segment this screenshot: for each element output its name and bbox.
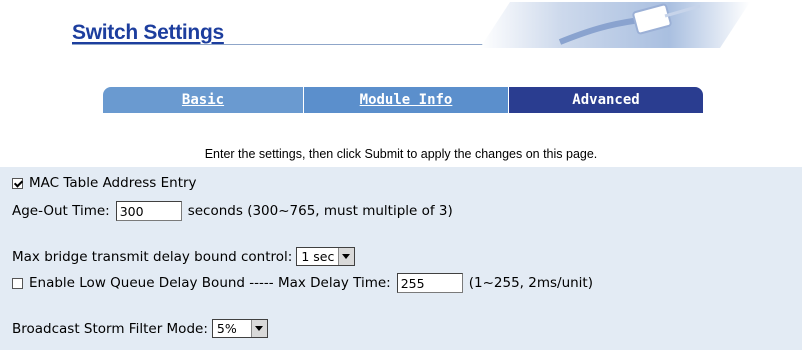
low-queue-row: Enable Low Queue Delay Bound ----- Max D… <box>12 273 593 293</box>
chevron-down-icon <box>338 248 355 265</box>
broadcast-row: Broadcast Storm Filter Mode: 5% <box>12 319 268 338</box>
age-out-row: Age-Out Time: seconds (300~765, must mul… <box>12 201 453 221</box>
chevron-down-icon <box>250 320 267 337</box>
broadcast-select[interactable]: 5% <box>211 319 268 338</box>
instructions-text: Enter the settings, then click Submit to… <box>204 147 598 161</box>
tab-module-info-label: Module Info <box>359 92 453 108</box>
network-cable-banner-image <box>480 2 750 48</box>
low-queue-checkbox[interactable] <box>12 277 23 289</box>
tab-advanced-label: Advanced <box>572 92 640 108</box>
low-queue-label: Enable Low Queue Delay Bound ----- Max D… <box>29 275 391 291</box>
broadcast-label: Broadcast Storm Filter Mode: <box>12 320 208 337</box>
mac-table-label: MAC Table Address Entry <box>29 175 197 191</box>
page-title: Switch Settings <box>72 21 224 44</box>
max-delay-time-input[interactable] <box>396 273 463 293</box>
age-out-input[interactable] <box>115 201 182 221</box>
age-out-label: Age-Out Time: <box>12 203 110 219</box>
max-bridge-row: Max bridge transmit delay bound control:… <box>12 247 356 266</box>
mac-table-row: MAC Table Address Entry <box>12 175 197 191</box>
max-bridge-select[interactable]: 1 sec <box>296 247 356 266</box>
tab-module-info[interactable]: Module Info <box>304 87 508 113</box>
broadcast-value: 5% <box>216 321 237 336</box>
tab-advanced[interactable]: Advanced <box>509 87 703 113</box>
tab-basic-label: Basic <box>181 92 225 108</box>
settings-tab-bar: Basic Module Info Advanced <box>103 87 703 113</box>
tab-basic[interactable]: Basic <box>103 87 303 113</box>
settings-panel: MAC Table Address Entry Age-Out Time: se… <box>0 167 802 350</box>
max-bridge-label: Max bridge transmit delay bound control: <box>12 248 293 265</box>
max-bridge-value: 1 sec <box>301 249 335 264</box>
low-queue-suffix: (1~255, 2ms/unit) <box>468 275 593 291</box>
age-out-suffix: seconds (300~765, must multiple of 3) <box>187 203 453 219</box>
mac-table-checkbox[interactable] <box>12 177 23 189</box>
